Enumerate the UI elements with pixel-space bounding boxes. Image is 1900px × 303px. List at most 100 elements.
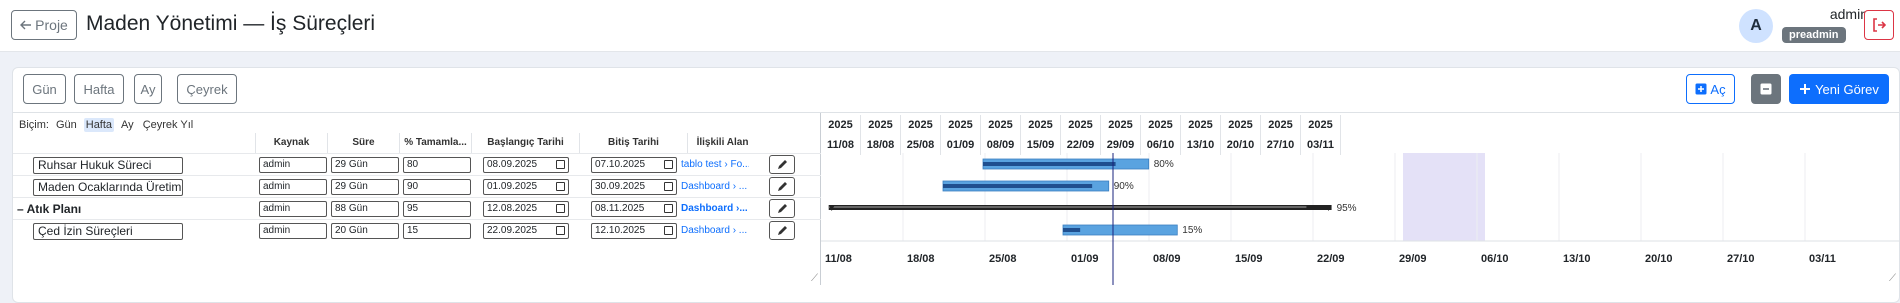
view-week-button[interactable]: Hafta bbox=[74, 74, 124, 104]
duration-field[interactable]: 88 Gün bbox=[331, 201, 399, 217]
task-progress-bar bbox=[943, 184, 1093, 188]
pencil-icon bbox=[778, 181, 787, 191]
start-date-value: 22.09.2025 bbox=[487, 225, 538, 236]
related-area-link[interactable]: tablo test › Fo... bbox=[681, 159, 749, 170]
calendar-icon[interactable] bbox=[556, 182, 565, 191]
edit-task-button[interactable] bbox=[769, 199, 795, 218]
logout-button[interactable] bbox=[1864, 10, 1894, 40]
group-progress-bar bbox=[828, 206, 1307, 208]
task-row[interactable]: Maden Ocaklarında Üretim admin 29 Gün 90… bbox=[13, 175, 821, 197]
end-date-field[interactable]: 07.10.2025 bbox=[591, 157, 677, 173]
task-grid: Biçim: Gün Hafta Ay Çeyrek Yıl Kaynak Sü… bbox=[13, 113, 821, 285]
task-percent-label: 95% bbox=[1337, 203, 1357, 214]
grid-resize-handle[interactable]: ⟋ bbox=[811, 273, 818, 284]
gantt-card: Gün Hafta Ay Çeyrek Aç Yeni Görev Biçim:… bbox=[12, 67, 1900, 303]
column-header-start[interactable]: Başlangıç Tarihi bbox=[471, 133, 579, 153]
start-date-field[interactable]: 12.08.2025 bbox=[483, 201, 569, 217]
timeline-axis-label: 03/11 bbox=[1809, 253, 1836, 265]
pencil-icon bbox=[778, 203, 787, 213]
percent-field[interactable]: 15 bbox=[403, 223, 471, 239]
percent-field[interactable]: 90 bbox=[403, 179, 471, 195]
calendar-icon[interactable] bbox=[664, 160, 673, 169]
end-date-field[interactable]: 08.11.2025 bbox=[591, 201, 677, 217]
task-name-field[interactable]: Maden Ocaklarında Üretim bbox=[33, 179, 183, 196]
column-header-duration[interactable]: Süre bbox=[327, 133, 399, 153]
plus-icon bbox=[1800, 84, 1811, 94]
new-task-button[interactable]: Yeni Görev bbox=[1789, 74, 1889, 104]
calendar-icon[interactable] bbox=[556, 204, 565, 213]
format-label: Biçim: bbox=[19, 119, 49, 131]
timeline-axis-label: 20/10 bbox=[1645, 253, 1673, 265]
percent-field[interactable]: 95 bbox=[403, 201, 471, 217]
calendar-icon[interactable] bbox=[664, 226, 673, 235]
edit-task-button[interactable] bbox=[769, 177, 795, 196]
resource-field[interactable]: admin bbox=[259, 179, 327, 195]
gantt-chart: Biçim: Gün Hafta Ay Çeyrek Yıl Kaynak Sü… bbox=[13, 112, 1900, 285]
logout-icon bbox=[1873, 18, 1886, 32]
edit-task-button[interactable] bbox=[769, 155, 795, 174]
resource-field[interactable]: admin bbox=[259, 157, 327, 173]
task-row[interactable]: Çed İzin Süreçleri admin 20 Gün 15 22.09… bbox=[13, 219, 821, 241]
task-percent-label: 15% bbox=[1182, 225, 1202, 236]
edit-task-button[interactable] bbox=[769, 221, 795, 240]
related-area-link[interactable]: Dashboard › ... bbox=[681, 225, 749, 236]
view-day-button[interactable]: Gün bbox=[23, 74, 66, 104]
column-header-related[interactable]: İlişkili Alan bbox=[687, 133, 757, 153]
start-date-value: 12.08.2025 bbox=[487, 203, 538, 214]
related-area-link[interactable]: Dashboard ›... bbox=[681, 203, 749, 214]
duration-field[interactable]: 20 Gün bbox=[331, 223, 399, 239]
format-selector: Biçim: Gün Hafta Ay Çeyrek Yıl bbox=[19, 118, 195, 132]
duration-field[interactable]: 29 Gün bbox=[331, 157, 399, 173]
group-name[interactable]: – Atık Planı bbox=[17, 202, 81, 216]
format-week-option[interactable]: Hafta bbox=[83, 118, 115, 132]
timeline-axis-label: 27/10 bbox=[1727, 253, 1755, 265]
task-row[interactable]: Ruhsar Hukuk Süreci admin 29 Gün 80 08.0… bbox=[13, 153, 821, 175]
task-name-field[interactable]: Ruhsar Hukuk Süreci bbox=[33, 157, 183, 174]
format-month-option[interactable]: Ay bbox=[119, 118, 136, 132]
percent-field[interactable]: 80 bbox=[403, 157, 471, 173]
end-date-value: 07.10.2025 bbox=[595, 159, 646, 170]
view-quarter-button[interactable]: Çeyrek bbox=[177, 74, 237, 104]
chart-resize-handle[interactable]: ⟋ bbox=[1889, 273, 1896, 284]
group-name-label: Atık Planı bbox=[26, 202, 82, 216]
back-to-project-button[interactable]: Proje bbox=[11, 10, 77, 40]
current-week-highlight bbox=[1403, 153, 1485, 241]
calendar-icon[interactable] bbox=[664, 182, 673, 191]
timeline-axis-label: 13/10 bbox=[1563, 253, 1591, 265]
related-area-link[interactable]: Dashboard › ... bbox=[681, 181, 749, 192]
resource-field[interactable]: admin bbox=[259, 223, 327, 239]
task-percent-label: 90% bbox=[1114, 181, 1134, 192]
new-task-label: Yeni Görev bbox=[1815, 81, 1879, 97]
calendar-icon[interactable] bbox=[556, 226, 565, 235]
task-group-row[interactable]: – Atık Planı admin 88 Gün 95 12.08.2025 … bbox=[13, 197, 821, 219]
start-date-field[interactable]: 08.09.2025 bbox=[483, 157, 569, 173]
duration-field[interactable]: 29 Gün bbox=[331, 179, 399, 195]
pencil-icon bbox=[778, 159, 787, 169]
timeline-axis-label: 06/10 bbox=[1481, 253, 1509, 265]
start-date-value: 01.09.2025 bbox=[487, 181, 538, 192]
collapse-all-button[interactable] bbox=[1751, 74, 1781, 104]
start-date-field[interactable]: 22.09.2025 bbox=[483, 223, 569, 239]
timeline-axis-label: 22/09 bbox=[1317, 253, 1345, 265]
end-date-field[interactable]: 30.09.2025 bbox=[591, 179, 677, 195]
resource-field[interactable]: admin bbox=[259, 201, 327, 217]
task-progress-bar bbox=[1063, 228, 1081, 232]
end-date-value: 12.10.2025 bbox=[595, 225, 646, 236]
column-header-resource[interactable]: Kaynak bbox=[255, 133, 327, 153]
expand-all-button[interactable]: Aç bbox=[1686, 74, 1735, 104]
avatar[interactable]: A bbox=[1739, 9, 1773, 43]
user-name: admin bbox=[1829, 6, 1868, 22]
format-day-option[interactable]: Gün bbox=[54, 118, 79, 132]
column-header-percent[interactable]: % Tamamla... bbox=[399, 133, 471, 153]
calendar-icon[interactable] bbox=[664, 204, 673, 213]
task-name-field[interactable]: Çed İzin Süreçleri bbox=[33, 223, 183, 240]
calendar-icon[interactable] bbox=[556, 160, 565, 169]
collapse-toggle-icon[interactable]: – bbox=[17, 202, 24, 216]
start-date-field[interactable]: 01.09.2025 bbox=[483, 179, 569, 195]
end-date-field[interactable]: 12.10.2025 bbox=[591, 223, 677, 239]
timeline-axis-label: 01/09 bbox=[1071, 253, 1099, 265]
format-quarter-option[interactable]: Çeyrek Yıl bbox=[141, 118, 196, 132]
view-month-button[interactable]: Ay bbox=[134, 74, 162, 104]
user-role-badge: preadmin bbox=[1782, 27, 1846, 43]
column-header-end[interactable]: Bitiş Tarihi bbox=[579, 133, 687, 153]
